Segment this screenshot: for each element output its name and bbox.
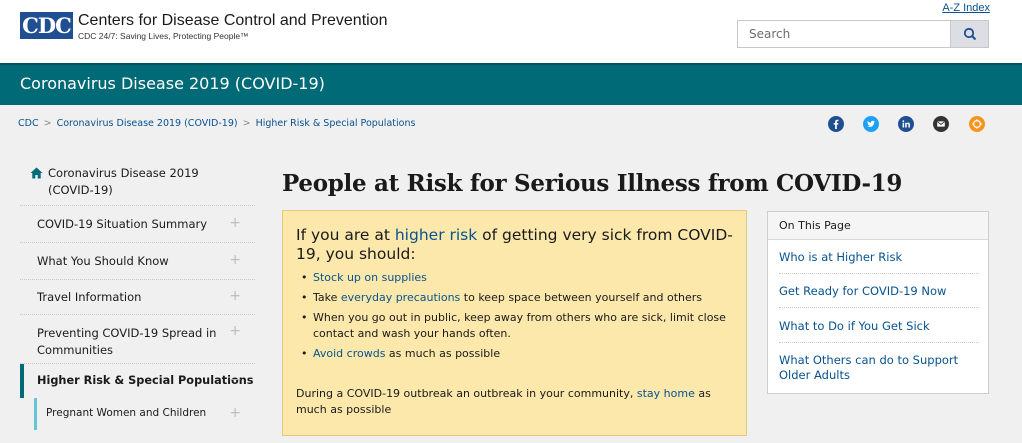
nav-item-label: COVID-19 Situation Summary: [37, 217, 208, 231]
sub-indicator: [34, 398, 37, 430]
site-header: CDC Centers for Disease Control and Prev…: [0, 0, 1022, 63]
otp-link-if-sick[interactable]: What to Do if You Get Sick: [779, 319, 979, 334]
callout-heading-text: If you are at: [296, 226, 395, 244]
on-this-page-heading: On This Page: [768, 212, 988, 240]
nav-item-label: Pregnant Women and Children: [46, 407, 207, 419]
twitter-icon[interactable]: [863, 116, 879, 132]
callout-heading: If you are at higher risk of getting ver…: [296, 226, 736, 264]
nav-item-situation-summary[interactable]: COVID-19 Situation Summary +: [20, 205, 255, 242]
nav-item-label: Preventing COVID-19 Spread in Communitie…: [37, 326, 217, 357]
list-item: Avoid crowds as much as possible: [301, 346, 731, 362]
nav-item-label: What You Should Know: [37, 254, 169, 268]
expand-icon[interactable]: +: [229, 288, 241, 304]
breadcrumb: CDC > Coronavirus Disease 2019 (COVID-19) >…: [18, 118, 415, 129]
list-item: Take everyday precautions to keep space …: [301, 290, 731, 306]
list-item: When you go out in public, keep away fro…: [301, 310, 731, 342]
divider: [779, 307, 979, 308]
nav-subitem-pregnant-women[interactable]: Pregnant Women and Children +: [20, 398, 255, 430]
banner-title[interactable]: Coronavirus Disease 2019 (COVID-19): [20, 74, 325, 93]
divider: [779, 273, 979, 274]
home-icon: [30, 167, 43, 179]
nav-item-travel-information[interactable]: Travel Information +: [20, 279, 255, 314]
active-indicator: [20, 364, 24, 398]
nav-home[interactable]: Coronavirus Disease 2019 (COVID-19): [20, 157, 255, 205]
stock-up-link[interactable]: Stock up on supplies: [313, 271, 427, 284]
list-text: to keep space between yourself and other…: [460, 291, 703, 304]
divider: [779, 342, 979, 343]
search-input[interactable]: [738, 21, 950, 47]
az-index-link[interactable]: A-Z Index: [942, 2, 990, 14]
email-icon[interactable]: [933, 116, 949, 132]
everyday-precautions-link[interactable]: everyday precautions: [341, 291, 460, 304]
syndicate-icon[interactable]: [969, 116, 985, 132]
linkedin-icon[interactable]: [898, 116, 914, 132]
breadcrumb-cdc[interactable]: CDC: [18, 118, 39, 129]
nav-home-label: Coronavirus Disease 2019 (COVID-19): [48, 166, 199, 197]
footer-text: During a COVID-19 outbreak an outbreak i…: [296, 387, 637, 400]
avoid-crowds-link[interactable]: Avoid crowds: [313, 347, 385, 360]
nav-item-label: Travel Information: [37, 290, 142, 304]
expand-icon[interactable]: +: [229, 215, 241, 231]
list-item: Stock up on supplies: [301, 270, 731, 286]
nav-item-higher-risk[interactable]: Higher Risk & Special Populations —: [20, 363, 255, 398]
facebook-icon[interactable]: [828, 116, 844, 132]
breadcrumb-separator: >: [242, 118, 251, 129]
otp-link-who-is-at-risk[interactable]: Who is at Higher Risk: [779, 250, 979, 265]
topic-banner: Coronavirus Disease 2019 (COVID-19): [0, 63, 1022, 105]
nav-item-label: Higher Risk & Special Populations: [37, 374, 254, 387]
search-button[interactable]: [950, 21, 988, 47]
collapse-icon[interactable]: —: [229, 372, 241, 386]
org-tagline: CDC 24/7: Saving Lives, Protecting Peopl…: [78, 31, 249, 41]
expand-icon[interactable]: +: [229, 323, 241, 339]
callout-list: Stock up on supplies Take everyday preca…: [301, 270, 731, 366]
callout-footer: During a COVID-19 outbreak an outbreak i…: [296, 386, 736, 418]
list-text: as much as possible: [385, 347, 501, 360]
list-text: Take: [313, 291, 341, 304]
nav-item-what-you-should-know[interactable]: What You Should Know +: [20, 242, 255, 279]
risk-callout: If you are at higher risk of getting ver…: [282, 210, 747, 436]
otp-link-support-older-adults[interactable]: What Others can do to Support Older Adul…: [779, 353, 979, 383]
search-box: [737, 20, 989, 48]
left-nav: Coronavirus Disease 2019 (COVID-19) COVI…: [20, 157, 255, 430]
breadcrumb-higher-risk[interactable]: Higher Risk & Special Populations: [256, 118, 416, 129]
org-name[interactable]: Centers for Disease Control and Preventi…: [78, 12, 388, 30]
expand-icon[interactable]: +: [229, 252, 241, 268]
page-title: People at Risk for Serious Illness from …: [282, 170, 903, 197]
higher-risk-link[interactable]: higher risk: [395, 226, 477, 244]
nav-item-preventing-spread[interactable]: Preventing COVID-19 Spread in Communitie…: [20, 314, 255, 363]
on-this-page: On This Page Who is at Higher Risk Get R…: [767, 211, 989, 394]
breadcrumb-separator: >: [43, 118, 52, 129]
otp-link-get-ready[interactable]: Get Ready for COVID-19 Now: [779, 284, 979, 299]
cdc-logo[interactable]: CDC: [20, 12, 73, 39]
breadcrumb-covid[interactable]: Coronavirus Disease 2019 (COVID-19): [57, 118, 238, 129]
magnifier-icon: [963, 27, 977, 41]
stay-home-link[interactable]: stay home: [637, 387, 695, 400]
expand-icon[interactable]: +: [229, 405, 241, 421]
